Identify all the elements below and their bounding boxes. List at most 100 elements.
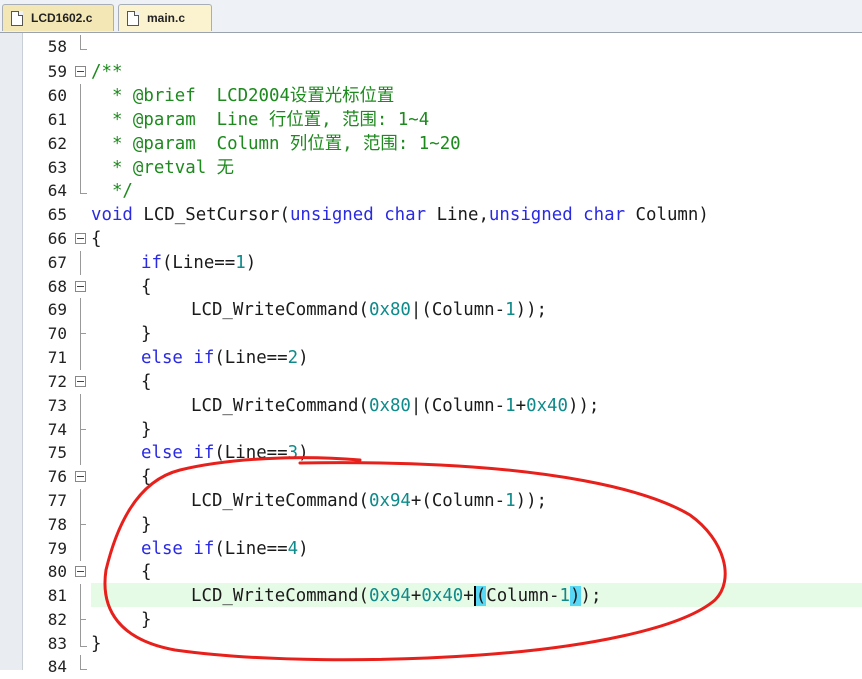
line-number: 63 — [47, 158, 67, 177]
number: 3 — [287, 443, 299, 463]
code-line: 70 } — [0, 322, 862, 346]
brace: { — [141, 372, 152, 392]
fold-tick — [80, 619, 86, 620]
fold-collapse-icon[interactable] — [75, 281, 86, 292]
number: 0x40 — [421, 586, 464, 606]
comment-text: * @param Column 列位置, 范围: 1~20 — [91, 132, 461, 156]
fold-guide — [80, 394, 81, 418]
condition: (Line== — [214, 348, 288, 368]
file-icon — [127, 10, 139, 26]
fold-guide — [80, 322, 81, 346]
editor-tab-bar: LCD1602.c main.c — [0, 0, 862, 33]
comment-text: * @retval 无 — [91, 156, 234, 180]
fold-collapse-icon[interactable] — [75, 376, 86, 387]
code-line: 76 { — [0, 465, 862, 489]
line-number: 60 — [47, 86, 67, 105]
code-line: 61 * @param Line 行位置, 范围: 1~4 — [0, 108, 862, 132]
line-number: 69 — [47, 300, 67, 319]
number: 4 — [287, 539, 299, 559]
number: 0x94 — [369, 586, 411, 606]
keyword: if — [193, 539, 215, 559]
fold-guide — [80, 298, 81, 322]
fold-collapse-icon[interactable] — [75, 566, 86, 577]
function-call: LCD_WriteCommand(0x80|(Column-1+0x40)); — [191, 394, 599, 418]
function-call: LCD_WriteCommand(0x94+0x40+ (Column-1)); — [191, 584, 601, 608]
code-line: 74 } — [0, 418, 862, 442]
line-number: 73 — [47, 396, 67, 415]
code-line: 67 if(Line==1) — [0, 251, 862, 275]
number: 0x80 — [369, 300, 411, 320]
fold-guide — [80, 418, 81, 442]
keyword: unsigned — [488, 205, 573, 225]
code-line: 66 { — [0, 227, 862, 251]
expression: |(Column- — [410, 396, 506, 416]
fold-collapse-icon[interactable] — [75, 471, 86, 482]
operator: + — [410, 586, 422, 606]
keyword: if — [141, 253, 162, 273]
fold-guide — [80, 346, 81, 370]
fold-guide — [80, 156, 81, 180]
fold-guide — [80, 132, 81, 156]
fold-collapse-icon[interactable] — [75, 66, 86, 77]
code-line: 80 { — [0, 560, 862, 584]
fold-guide — [80, 108, 81, 132]
code-line: 83 } — [0, 632, 862, 656]
fold-guide — [80, 251, 81, 275]
tab-lcd1602-c[interactable]: LCD1602.c — [2, 4, 114, 31]
code-line: 78 } — [0, 513, 862, 537]
doc-text: LCD2004设置光标位置 — [216, 86, 395, 106]
number: 1 — [505, 300, 516, 320]
identifier: LCD_SetCursor( — [132, 205, 290, 225]
line-number: 80 — [47, 562, 67, 581]
expression: )); — [515, 491, 548, 511]
brace: { — [141, 467, 152, 487]
number: 1 — [505, 491, 516, 511]
expression: )); — [567, 396, 600, 416]
condition: (Line== — [214, 539, 288, 559]
code-line: 58 — [0, 35, 862, 59]
identifier: LCD_WriteCommand( — [191, 586, 369, 606]
fold-guide — [80, 84, 81, 108]
line-number: 76 — [47, 467, 67, 486]
brace: } — [141, 324, 152, 344]
line-number: 68 — [47, 277, 67, 296]
code-line: 75 else if(Line==3) — [0, 441, 862, 465]
comment-text: /** — [91, 62, 123, 82]
fold-guide — [80, 489, 81, 513]
number: 0x40 — [526, 396, 568, 416]
line-number: 81 — [47, 586, 67, 605]
expression: |(Column- — [410, 300, 506, 320]
else-if-statement: else if(Line==3) — [141, 441, 309, 465]
keyword: else — [141, 443, 183, 463]
keyword: if — [193, 443, 215, 463]
code-line: 79 else if(Line==4) — [0, 537, 862, 561]
brace: { — [91, 229, 102, 249]
line-number: 77 — [47, 491, 67, 510]
keyword: char — [384, 205, 427, 225]
code-line: 65 void LCD_SetCursor(unsigned char Line… — [0, 203, 862, 227]
line-number: 75 — [47, 443, 67, 462]
tab-main-c[interactable]: main.c — [118, 4, 212, 31]
line-number: 83 — [47, 634, 67, 653]
operator: + — [515, 396, 527, 416]
fold-end-marker — [80, 632, 87, 647]
fold-end-marker — [80, 35, 87, 50]
number: 2 — [287, 348, 299, 368]
expression: ); — [580, 586, 602, 606]
fold-guide — [80, 608, 81, 632]
code-line: 77 LCD_WriteCommand(0x94+(Column-1)); — [0, 489, 862, 513]
code-line: 64 */ — [0, 179, 862, 203]
operator: + — [463, 586, 474, 606]
comment-text: * @brief LCD2004设置光标位置 — [91, 84, 394, 108]
line-number: 82 — [47, 610, 67, 629]
brace: { — [141, 277, 152, 297]
line-number: 72 — [47, 372, 67, 391]
fold-collapse-icon[interactable] — [75, 233, 86, 244]
keyword: else — [141, 348, 183, 368]
line-number: 66 — [47, 229, 67, 248]
code-line: 69 LCD_WriteCommand(0x80|(Column-1)); — [0, 298, 862, 322]
brace: { — [141, 562, 152, 582]
keyword: char — [583, 205, 626, 225]
